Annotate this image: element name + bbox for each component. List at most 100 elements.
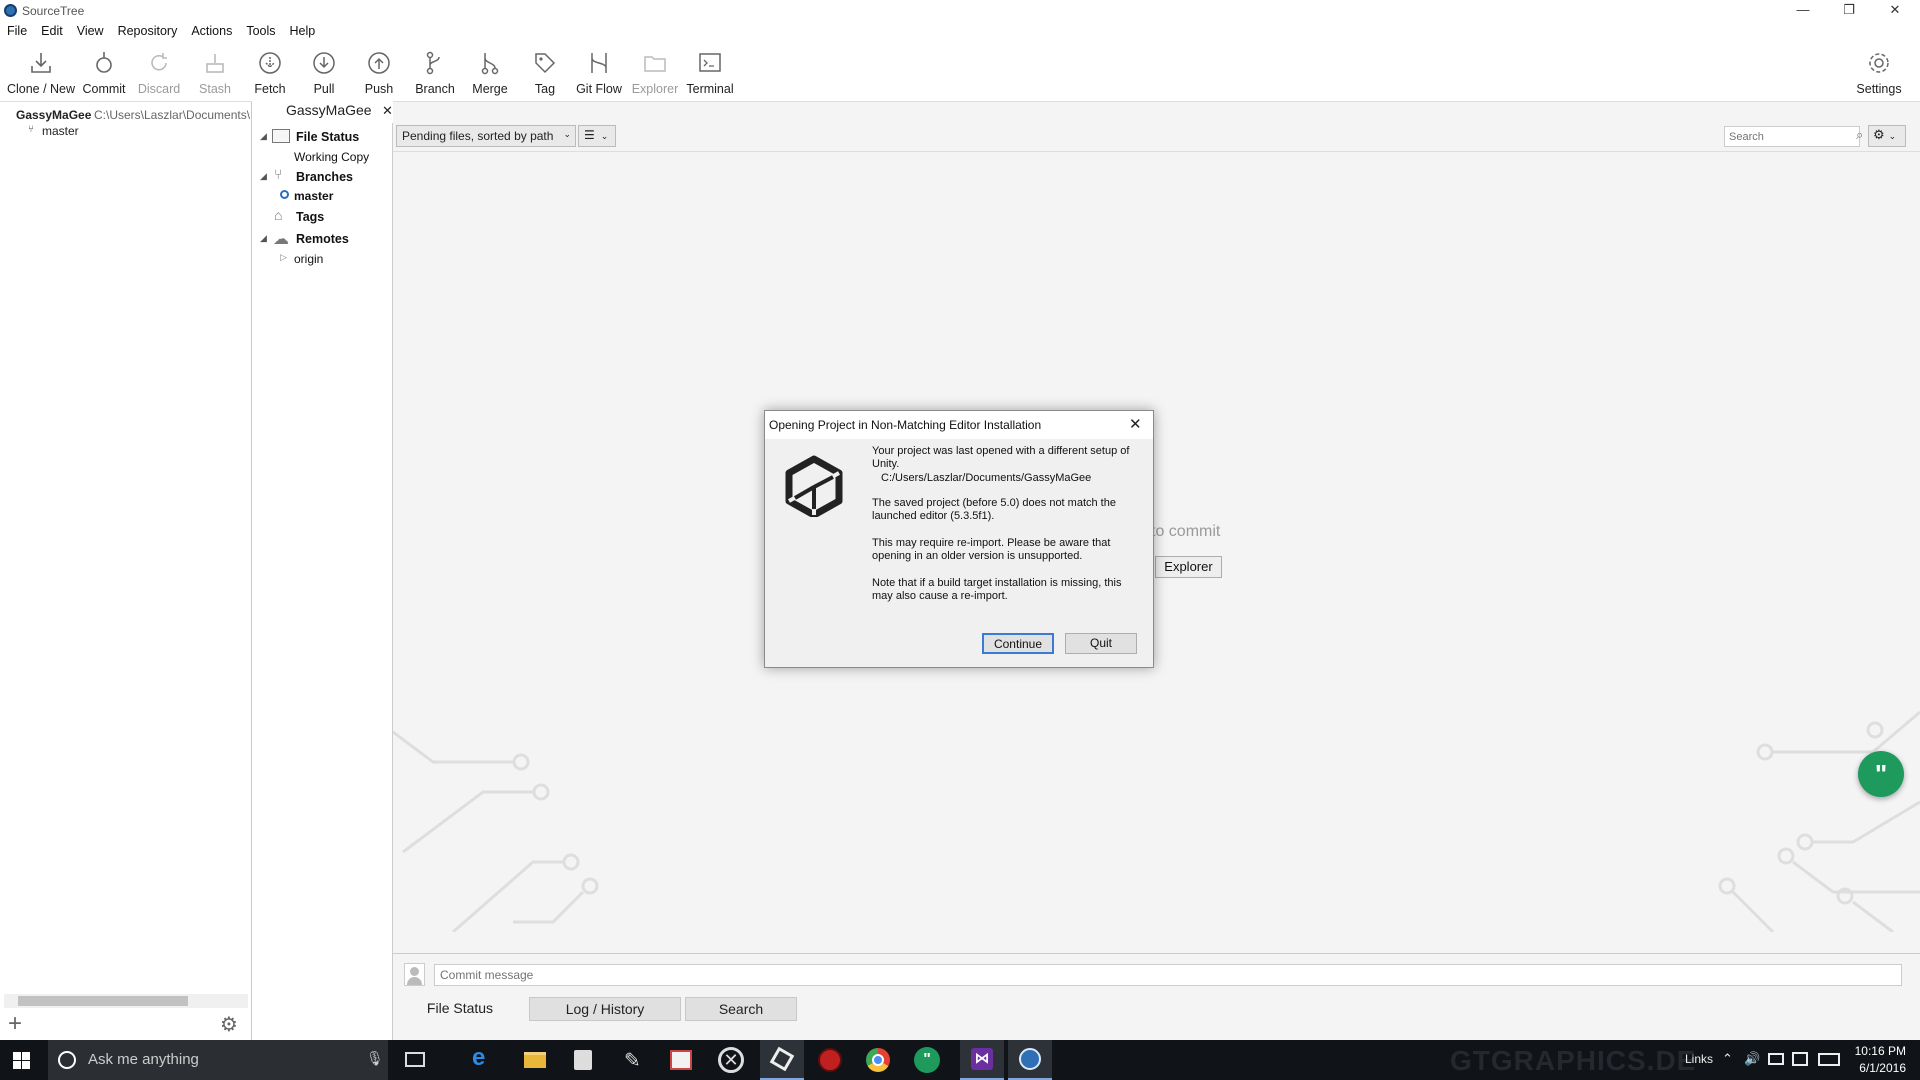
- push-icon: [368, 52, 390, 74]
- repo-tab[interactable]: GassyMaGee: [286, 102, 372, 118]
- store-icon[interactable]: [574, 1050, 592, 1070]
- sidebar-tags[interactable]: Tags: [296, 210, 324, 224]
- search-input[interactable]: [1724, 126, 1860, 147]
- avatar: [404, 963, 425, 986]
- clock-date[interactable]: 6/1/2016: [1850, 1061, 1906, 1075]
- fetch-button[interactable]: Fetch: [248, 48, 292, 98]
- open-in-explorer-button[interactable]: Explorer: [1155, 556, 1222, 578]
- search-icon[interactable]: ⌕: [1856, 127, 1863, 143]
- quit-button[interactable]: Quit: [1065, 633, 1137, 654]
- settings-button[interactable]: Settings: [1852, 48, 1906, 98]
- links-toolbar[interactable]: Links: [1685, 1052, 1713, 1066]
- options-dropdown[interactable]: ⚙ ⌄: [1868, 125, 1906, 147]
- menu-view[interactable]: View: [70, 22, 111, 42]
- windows-start-icon[interactable]: [13, 1052, 30, 1069]
- git-flow-button[interactable]: Git Flow: [574, 48, 624, 98]
- dialog-text-2: The saved project (before 5.0) does not …: [872, 497, 1116, 522]
- tab-search[interactable]: Search: [685, 997, 797, 1021]
- expand-branches-icon[interactable]: ◢: [260, 171, 267, 182]
- tag-icon: ⌂: [274, 207, 283, 223]
- clock-time[interactable]: 10:16 PM: [1850, 1044, 1906, 1058]
- terminal-button[interactable]: Terminal: [684, 48, 736, 98]
- sort-dropdown[interactable]: Pending files, sorted by path ⌄: [396, 125, 576, 147]
- xbox-icon[interactable]: ✕: [718, 1047, 744, 1073]
- expand-origin-icon[interactable]: ▷: [280, 252, 287, 263]
- filter-bar: [393, 102, 1920, 152]
- branch-icon: ⑂: [274, 166, 283, 182]
- view-mode-dropdown[interactable]: ☰ ⌄: [578, 125, 616, 147]
- empty-state-text: to commit: [1151, 523, 1221, 540]
- image-viewer-icon[interactable]: [670, 1050, 692, 1070]
- dialog-project-path: C:/Users/Laszlar/Documents/GassyMaGee: [881, 472, 1092, 484]
- discard-button[interactable]: Discard: [134, 48, 184, 98]
- main-content: Pending files, sorted by path ⌄ ☰⌄ ⌕ ⚙⌄ …: [393, 102, 1920, 1040]
- sourcetree-taskbar-button[interactable]: [1008, 1040, 1052, 1080]
- explorer-button[interactable]: Explorer: [630, 48, 680, 98]
- sidebar-remotes[interactable]: Remotes: [296, 232, 349, 246]
- dialog-text-4: Note that if a build target installation…: [872, 577, 1122, 602]
- visual-studio-icon: ⋈: [971, 1048, 993, 1070]
- action-center-icon[interactable]: [1792, 1052, 1808, 1066]
- microphone-icon[interactable]: 🎙: [366, 1050, 384, 1067]
- red-app-icon[interactable]: [818, 1048, 842, 1072]
- menu-actions[interactable]: Actions: [184, 22, 239, 42]
- expand-remotes-icon[interactable]: ◢: [260, 233, 267, 244]
- circuit-background-decoration: [393, 710, 1920, 932]
- add-repository-icon[interactable]: +: [8, 1010, 22, 1038]
- minimize-button[interactable]: —: [1780, 0, 1826, 22]
- sidebar-remote-origin[interactable]: origin: [294, 252, 323, 266]
- gear-icon[interactable]: ⚙: [220, 1012, 238, 1037]
- repo-name[interactable]: GassyMaGee: [16, 108, 91, 122]
- repo-branch: master: [42, 124, 79, 138]
- task-view-icon[interactable]: [405, 1052, 425, 1067]
- tab-file-status[interactable]: File Status: [393, 997, 527, 1021]
- tab-log-history[interactable]: Log / History: [529, 997, 681, 1021]
- visual-studio-taskbar-button[interactable]: ⋈: [960, 1040, 1004, 1080]
- push-button[interactable]: Push: [357, 48, 401, 98]
- keyboard-icon[interactable]: [1818, 1053, 1840, 1066]
- monitor-icon: [272, 129, 290, 143]
- chevron-up-icon[interactable]: ⌃: [1722, 1051, 1733, 1067]
- edge-browser-icon[interactable]: e: [472, 1044, 485, 1072]
- stash-button[interactable]: Stash: [192, 48, 238, 98]
- network-icon[interactable]: [1768, 1053, 1784, 1065]
- menu-help[interactable]: Help: [283, 22, 323, 42]
- sidebar-file-status[interactable]: File Status: [296, 130, 359, 144]
- cortana-search-box[interactable]: Ask me anything 🎙: [48, 1040, 388, 1080]
- menu-repository[interactable]: Repository: [111, 22, 185, 42]
- clone-new-button[interactable]: Clone / New: [6, 48, 76, 98]
- tag-button[interactable]: Tag: [528, 48, 562, 98]
- feedback-quote-button[interactable]: ": [1858, 751, 1904, 797]
- volume-icon[interactable]: 🔊: [1744, 1051, 1760, 1067]
- unity-taskbar-button[interactable]: [760, 1040, 804, 1080]
- sidebar-working-copy[interactable]: Working Copy: [294, 150, 369, 164]
- chrome-icon[interactable]: [866, 1048, 890, 1072]
- menu-edit[interactable]: Edit: [34, 22, 70, 42]
- sidebar-branch-master[interactable]: master: [294, 189, 333, 203]
- close-icon[interactable]: ✕: [1129, 415, 1142, 433]
- folder-icon: [644, 56, 666, 72]
- hangouts-icon[interactable]: ": [914, 1047, 940, 1073]
- scrollbar-thumb[interactable]: [18, 996, 188, 1006]
- file-explorer-icon[interactable]: [524, 1052, 546, 1068]
- branch-button[interactable]: Branch: [411, 48, 459, 98]
- download-tray-icon: [31, 53, 51, 73]
- watermark-text: GTGRAPHICS.DE: [1450, 1045, 1697, 1076]
- pen-tool-icon[interactable]: ✎: [624, 1048, 641, 1073]
- menu-tools[interactable]: Tools: [239, 22, 282, 42]
- commit-button[interactable]: Commit: [80, 48, 128, 98]
- menu-file[interactable]: File: [0, 22, 34, 42]
- dialog-title-bar: Opening Project in Non-Matching Editor I…: [765, 411, 1153, 439]
- commit-message-input[interactable]: [434, 964, 1902, 986]
- close-tab-icon[interactable]: ✕: [382, 103, 393, 119]
- horizontal-scrollbar[interactable]: [4, 994, 248, 1008]
- sidebar-branches[interactable]: Branches: [296, 170, 353, 184]
- merge-icon: [481, 53, 499, 75]
- close-window-button[interactable]: ✕: [1872, 0, 1918, 22]
- pull-button[interactable]: Pull: [302, 48, 346, 98]
- continue-button[interactable]: Continue: [982, 633, 1054, 654]
- expand-file-status-icon[interactable]: ◢: [260, 131, 267, 142]
- merge-button[interactable]: Merge: [466, 48, 514, 98]
- maximize-button[interactable]: ❐: [1826, 0, 1872, 22]
- dialog-title: Opening Project in Non-Matching Editor I…: [769, 418, 1042, 432]
